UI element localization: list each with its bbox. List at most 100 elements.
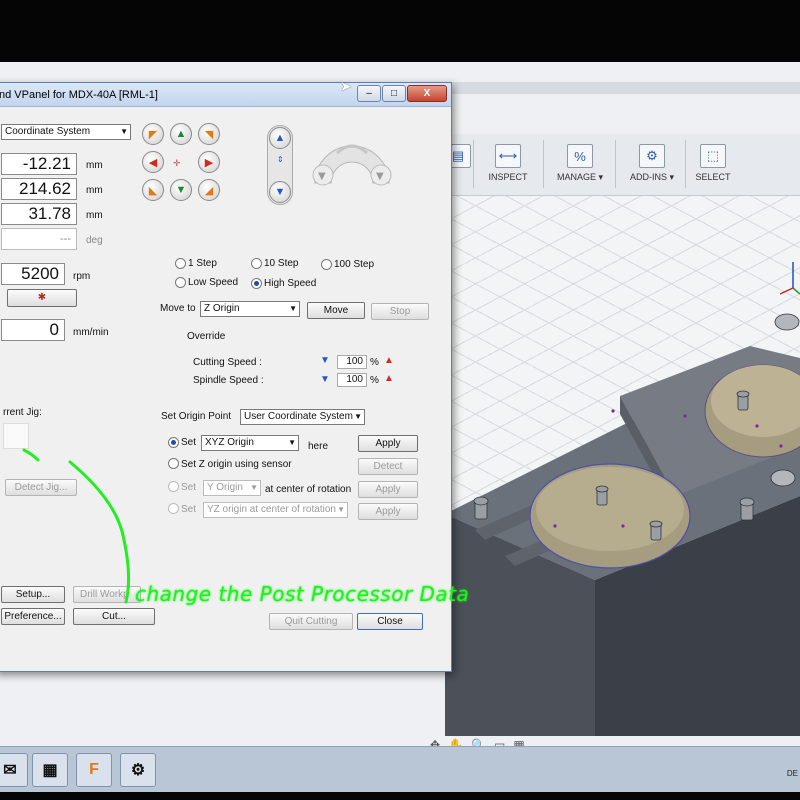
setup-button[interactable]: Setup... xyxy=(1,586,65,603)
crosshair-icon: ✛ xyxy=(173,158,181,168)
move-to-select[interactable]: Z Origin ▼ xyxy=(200,301,300,317)
jog-up-left-button[interactable]: ◤ xyxy=(142,123,164,145)
desktop-screen: ▤ ⟷ INSPECT % MANAGE ▾ ⚙ ADD-INS ▾ ⬚ SEL… xyxy=(0,62,800,792)
origin-axis-select[interactable]: XYZ Origin ▼ xyxy=(201,435,299,451)
low-speed-label: Low Speed xyxy=(188,277,239,288)
set-yz-rotation-radio[interactable] xyxy=(168,503,179,514)
origin-axis-value: XYZ Origin xyxy=(205,437,254,448)
high-speed-label: High Speed xyxy=(264,278,317,289)
spindle-toggle-button[interactable]: ✱ xyxy=(7,289,77,307)
high-speed-radio[interactable] xyxy=(251,278,262,289)
close-window-button[interactable]: X xyxy=(407,85,447,102)
origin-coordinate-system-value: User Coordinate System xyxy=(244,411,353,422)
svg-text:▼: ▼ xyxy=(376,171,384,182)
current-jig-label: rrent Jig: xyxy=(3,407,42,418)
step-1-radio[interactable] xyxy=(175,258,186,269)
jog-z-plus-button[interactable]: ▲ xyxy=(269,127,291,149)
chevron-down-icon: ▼ xyxy=(354,412,362,421)
chevron-down-icon: ▼ xyxy=(250,483,258,492)
z-coordinate-display: 31.78 xyxy=(1,203,77,225)
arrow-up-right-icon: ◥ xyxy=(204,128,214,141)
cad-titlebar xyxy=(440,82,800,94)
dialog-titlebar[interactable]: nd VPanel for MDX-40A [RML-1] – □ X xyxy=(0,83,451,107)
jog-x-plus-button[interactable]: ▶ xyxy=(198,151,220,173)
a-coordinate-display: --- xyxy=(1,228,77,250)
toolbar-divider xyxy=(615,140,616,188)
minimize-button[interactable]: – xyxy=(357,85,381,102)
spindle-speed-decrease-button[interactable]: ▼ xyxy=(320,374,330,385)
manage-icon: % xyxy=(567,144,593,168)
move-button[interactable]: Move xyxy=(307,302,365,319)
jog-x-minus-button[interactable]: ◀ xyxy=(142,151,164,173)
jog-down-right-button[interactable]: ◢ xyxy=(198,179,220,201)
detect-button[interactable]: Detect xyxy=(358,458,418,475)
coordinate-system-select[interactable]: Coordinate System ▼ xyxy=(1,124,131,140)
coordinate-system-value: Coordinate System xyxy=(5,126,91,137)
set-origin-label: Set Origin Point xyxy=(161,411,232,422)
mouse-cursor-icon: ➤ xyxy=(340,78,352,94)
cutting-speed-increase-button[interactable]: ▲ xyxy=(384,355,394,366)
close-dialog-button[interactable]: Close xyxy=(357,613,423,630)
jog-z-minus-button[interactable]: ▼ xyxy=(269,181,291,203)
apply-origin-button[interactable]: Apply xyxy=(358,435,418,452)
here-label: here xyxy=(308,441,329,452)
set-xyz-radio[interactable] xyxy=(168,437,179,448)
quit-cutting-button[interactable]: Quit Cutting xyxy=(269,613,353,630)
yz-origin-select[interactable]: YZ origin at center of rotation ▼ xyxy=(203,502,348,518)
taskbar-app-vpanel[interactable]: ⚙ xyxy=(120,753,156,787)
cutting-speed-value: 100 xyxy=(337,355,367,369)
taskbar-app-mail[interactable]: ✉ xyxy=(0,753,28,787)
stop-button[interactable]: Stop xyxy=(371,303,429,320)
z-axis-icon: ⇕ xyxy=(277,155,284,164)
apply-y-rotation-button[interactable]: Apply xyxy=(358,481,418,498)
preference-button[interactable]: Preference... xyxy=(1,608,65,625)
center-rotation-label: at center of rotation xyxy=(265,484,352,495)
arrow-down-icon: ▼ xyxy=(175,184,187,196)
apply-yz-rotation-button[interactable]: Apply xyxy=(358,503,418,520)
a-unit-label: deg xyxy=(86,235,103,246)
cursor-icon: ⬚ xyxy=(700,144,726,168)
addins-menu[interactable]: ⚙ ADD-INS ▾ xyxy=(621,134,683,196)
set-label: Set xyxy=(181,437,197,448)
spindle-rpm-display: 5200 xyxy=(1,263,65,285)
jog-y-minus-button[interactable]: ▼ xyxy=(170,179,192,201)
step-10-label: 10 Step xyxy=(264,258,299,269)
taskbar-app-calculator[interactable]: ▦ xyxy=(32,753,68,787)
axis-triad-icon xyxy=(779,262,800,295)
set-y-label: Set xyxy=(181,482,197,493)
chevron-down-icon: ▼ xyxy=(337,505,345,514)
step-10-radio[interactable] xyxy=(251,258,262,269)
drill-workpiece-button[interactable]: Drill Workp xyxy=(73,586,141,603)
spindle-speed-increase-button[interactable]: ▲ xyxy=(384,373,394,384)
cutting-speed-label: Cutting Speed : xyxy=(193,357,262,368)
manage-menu[interactable]: % MANAGE ▾ xyxy=(549,134,611,196)
y-origin-select[interactable]: Y Origin ▼ xyxy=(203,480,261,496)
origin-coordinate-system-select[interactable]: User Coordinate System ▼ xyxy=(240,409,365,425)
inspect-menu[interactable]: ⟷ INSPECT xyxy=(479,134,537,196)
step-100-radio[interactable] xyxy=(321,259,332,270)
cut-button[interactable]: Cut... xyxy=(73,608,155,625)
set-y-rotation-radio[interactable] xyxy=(168,481,179,492)
3d-part-model xyxy=(445,262,800,736)
toolbar-divider xyxy=(543,140,544,188)
dialog-title: nd VPanel for MDX-40A [RML-1] xyxy=(0,89,158,101)
move-to-label: Move to xyxy=(160,303,196,314)
jog-down-left-button[interactable]: ◣ xyxy=(142,179,164,201)
low-speed-radio[interactable] xyxy=(175,277,186,288)
select-menu[interactable]: ⬚ SELECT xyxy=(689,134,737,196)
chevron-down-icon: ▼ xyxy=(288,438,296,447)
detect-jig-button[interactable]: Detect Jig... xyxy=(5,479,77,496)
jog-up-right-button[interactable]: ◥ xyxy=(198,123,220,145)
set-z-sensor-radio[interactable] xyxy=(168,458,179,469)
maximize-button[interactable]: □ xyxy=(382,85,406,102)
x-coordinate-display: -12.21 xyxy=(1,153,77,175)
cutting-speed-decrease-button[interactable]: ▼ xyxy=(320,355,330,366)
3d-viewport[interactable] xyxy=(445,196,800,736)
set-z-sensor-label: Set Z origin using sensor xyxy=(181,459,292,470)
override-label: Override xyxy=(187,331,226,342)
feed-unit-label: mm/min xyxy=(73,327,109,338)
jog-y-plus-button[interactable]: ▲ xyxy=(170,123,192,145)
taskbar-app-fusion[interactable]: F xyxy=(76,753,112,787)
ruler-icon: ⟷ xyxy=(495,144,521,168)
rotary-jog-control[interactable]: ▼ ▼ xyxy=(307,125,397,195)
